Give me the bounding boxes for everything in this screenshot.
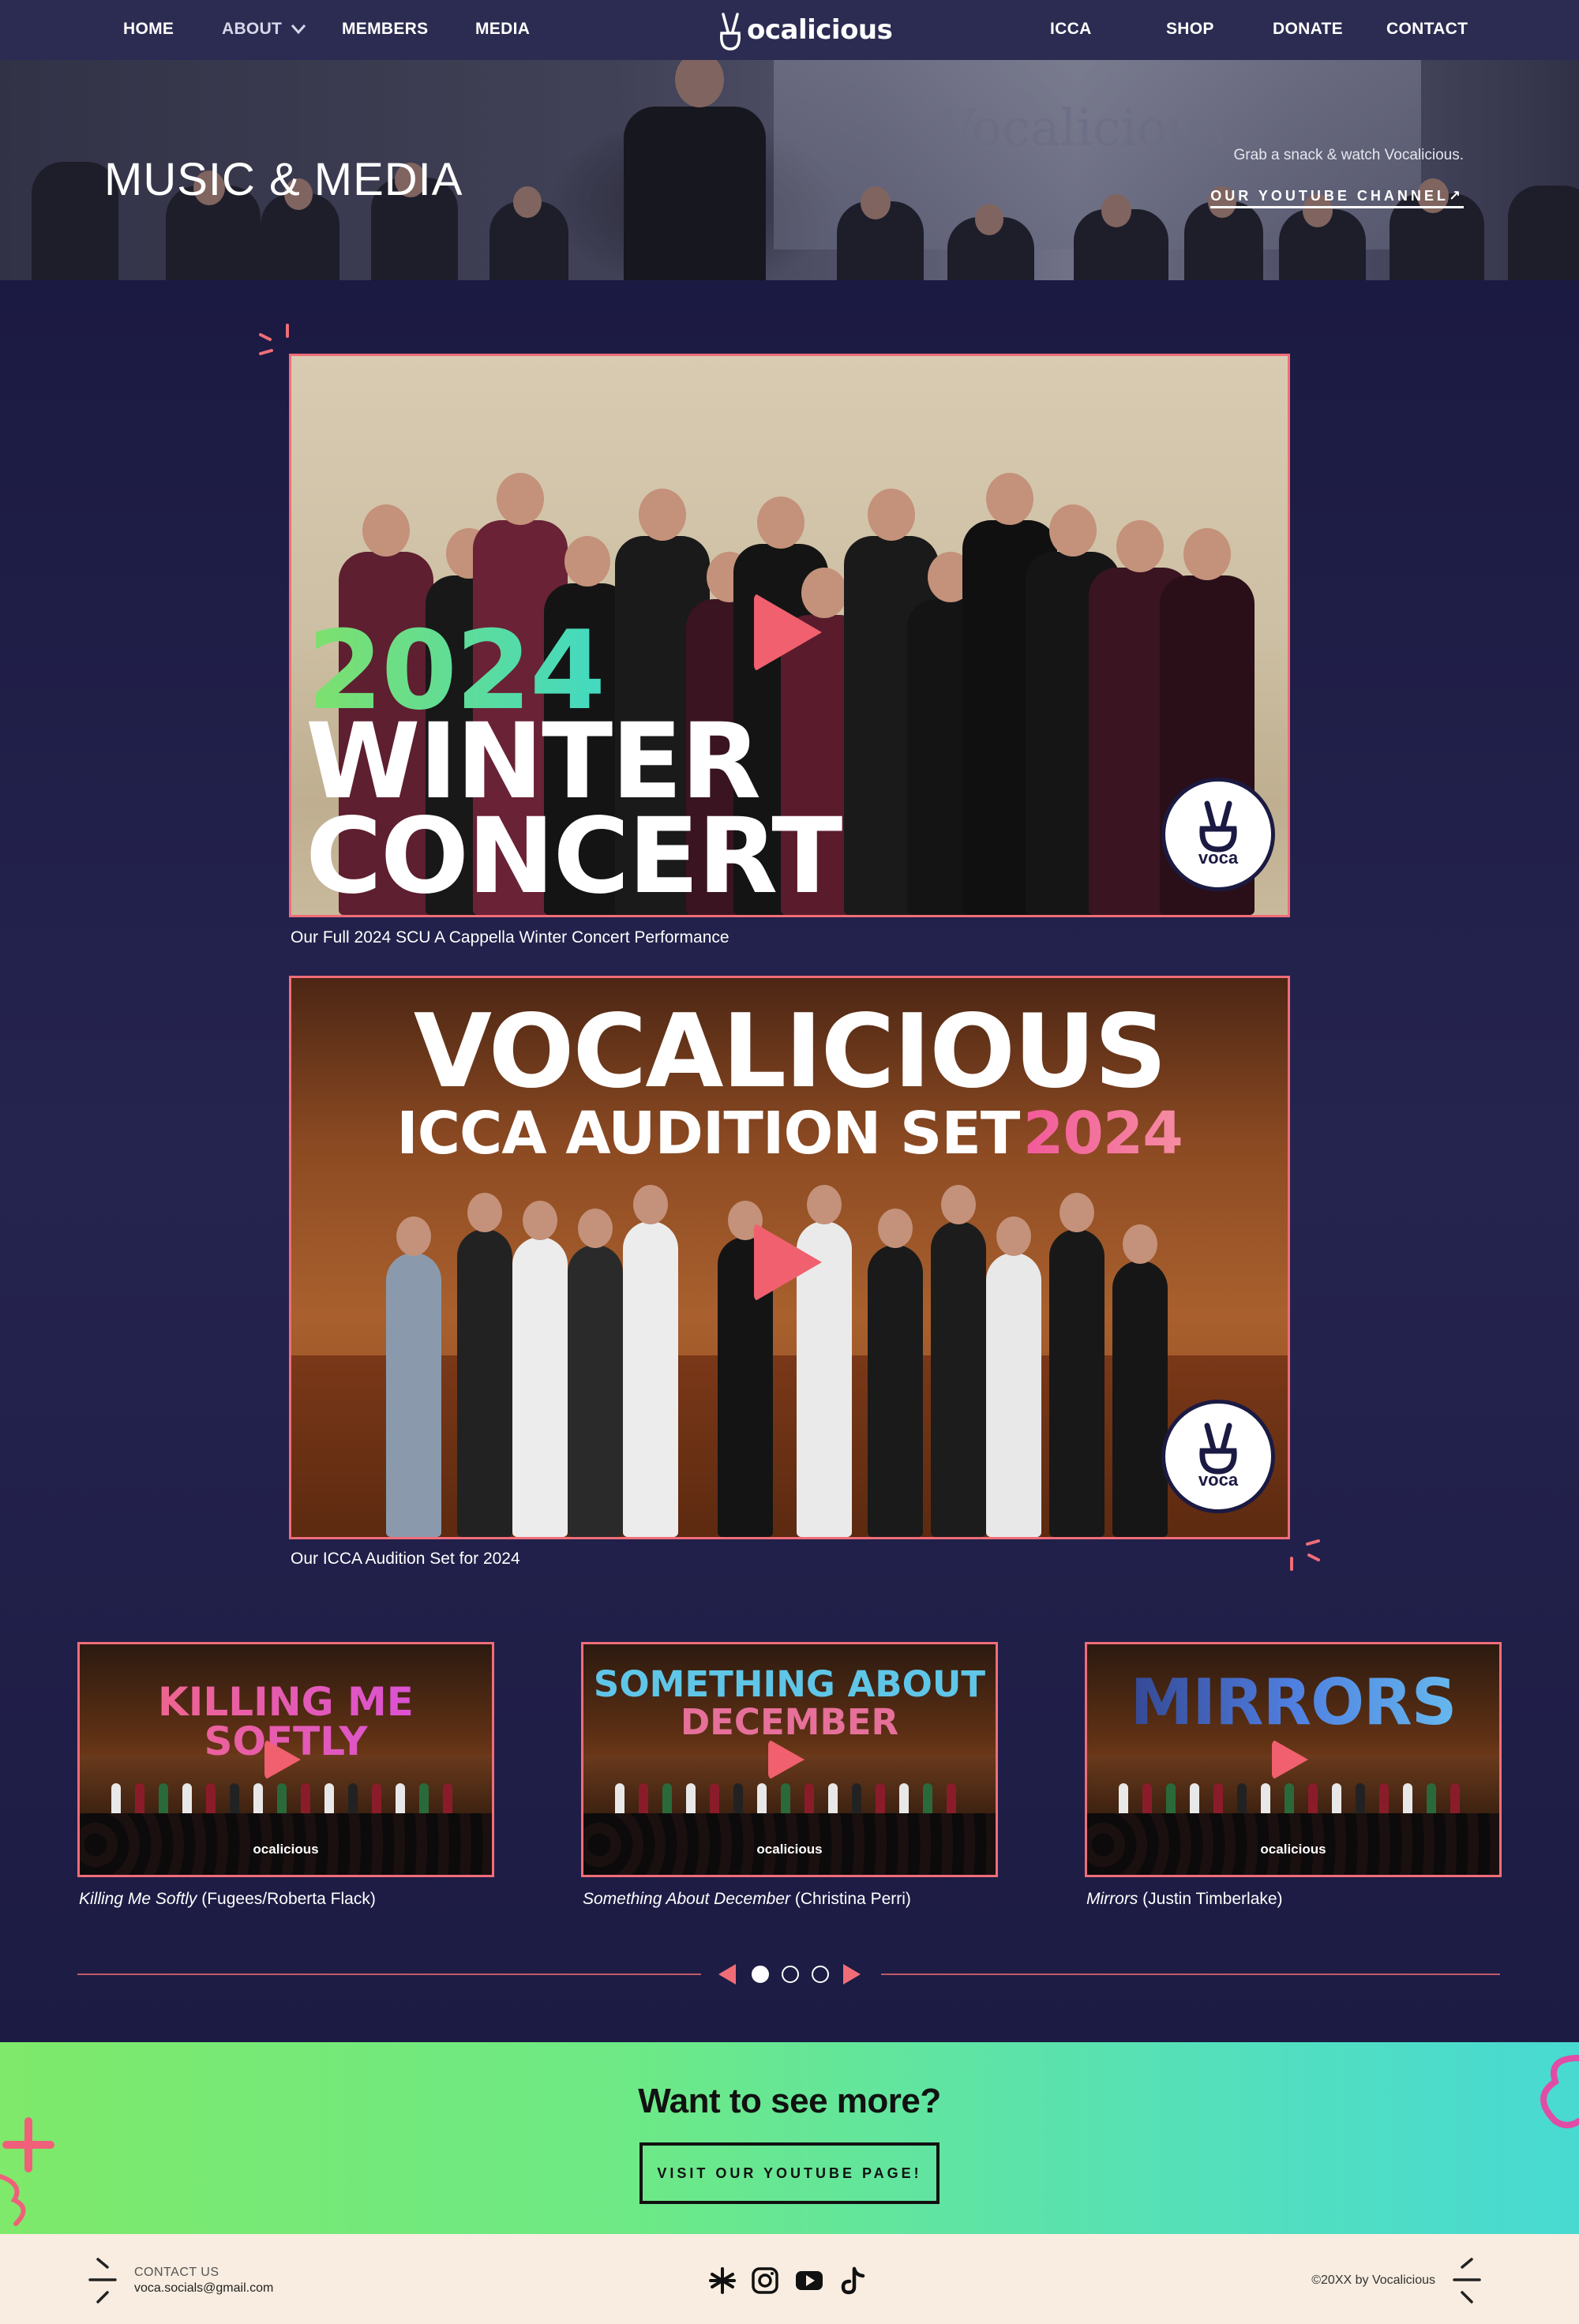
visit-youtube-button[interactable]: VISIT OUR YOUTUBE PAGE!: [639, 2142, 940, 2204]
nav-members[interactable]: MEMBERS: [342, 17, 428, 41]
cta-title: Want to see more?: [638, 2082, 941, 2120]
song-title: Something About December: [583, 1890, 791, 1908]
thumb-caption: Mirrors (Justin Timberlake): [1086, 1890, 1283, 1909]
video-title-year: 2024: [1022, 1100, 1183, 1168]
thumb-title-line2: DECEMBER: [680, 1701, 899, 1743]
song-artist: (Christina Perri): [790, 1890, 911, 1908]
sparkle-icon: [1290, 1539, 1320, 1571]
video-winter-concert[interactable]: 2024 WINTER CONCERT voca: [289, 354, 1290, 917]
contact-email[interactable]: voca.socials@gmail.com: [134, 2281, 273, 2296]
tiktok-icon[interactable]: [838, 2266, 868, 2296]
slider-dot-2[interactable]: [782, 1966, 799, 1983]
slider-track-right: [881, 1974, 1500, 1975]
voca-badge: voca: [1161, 1400, 1275, 1513]
slider-dot-1[interactable]: [752, 1966, 769, 1983]
nav-shop[interactable]: SHOP: [1166, 17, 1214, 41]
slider-next-arrow-icon[interactable]: [843, 1964, 861, 1985]
sparkle-icon: [88, 2258, 117, 2303]
thumb-logo: ocalicious: [1260, 1842, 1326, 1857]
nav-icca[interactable]: ICCA: [1050, 17, 1092, 41]
slider-prev-arrow-icon[interactable]: [718, 1964, 736, 1985]
brand-logo[interactable]: ocalicious: [715, 6, 893, 54]
nav-home[interactable]: HOME: [123, 17, 174, 41]
video-icca-audition-set[interactable]: VOCALICIOUS ICCA AUDITION SET 2024 voca: [289, 976, 1290, 1539]
external-link-arrow-icon: ↗: [1448, 188, 1464, 204]
contact-label: CONTACT US: [134, 2266, 219, 2279]
thumb-caption: Killing Me Softly (Fugees/Roberta Flack): [79, 1890, 376, 1909]
slider-track-left: [77, 1974, 701, 1975]
nav-contact[interactable]: CONTACT: [1386, 17, 1468, 41]
peace-hand-icon: [719, 12, 741, 51]
brand-name: ocalicious: [747, 14, 893, 46]
video-caption: Our ICCA Audition Set for 2024: [291, 1550, 520, 1568]
play-icon[interactable]: [768, 1739, 805, 1780]
hero-tagline: Grab a snack & watch Vocalicious.: [1233, 147, 1464, 163]
play-icon[interactable]: [754, 593, 822, 672]
thumb-logo: ocalicious: [253, 1842, 319, 1857]
badge-text: voca: [1198, 1470, 1239, 1490]
thumb-title: MIRRORS: [1087, 1671, 1499, 1734]
star-doodle-icon: [0, 2117, 54, 2226]
thumb-caption: Something About December (Christina Perr…: [583, 1890, 911, 1909]
peace-hand-icon: [1199, 1423, 1237, 1475]
youtube-channel-link[interactable]: OUR YOUTUBE CHANNEL↗: [1210, 188, 1464, 208]
sparkle-icon: [1453, 2258, 1481, 2303]
badge-text: voca: [1198, 848, 1239, 868]
nav-media[interactable]: MEDIA: [475, 17, 530, 41]
video-title-line2: CONCERT: [306, 796, 842, 917]
video-caption: Our Full 2024 SCU A Cappella Winter Conc…: [291, 928, 729, 946]
nav-about[interactable]: ABOUT: [222, 17, 282, 41]
video-title-line2: ICCA AUDITION SET: [396, 1100, 1020, 1168]
peace-hand-icon: [1199, 800, 1237, 853]
video-title-line1: VOCALICIOUS: [413, 993, 1167, 1111]
play-icon[interactable]: [264, 1739, 301, 1780]
chevron-down-icon[interactable]: [291, 24, 306, 35]
copyright: ©20XX by Vocalicious: [1311, 2273, 1435, 2287]
song-title: Mirrors: [1086, 1890, 1138, 1908]
top-navigation: HOME ABOUT MEMBERS MEDIA ocalicious ICCA…: [0, 0, 1579, 60]
footer: CONTACT US voca.socials@gmail.com ©20XX …: [0, 2234, 1579, 2324]
video-thumb-mirrors[interactable]: MIRRORS ocalicious: [1085, 1642, 1502, 1877]
play-icon[interactable]: [1272, 1739, 1308, 1780]
song-artist: (Justin Timberlake): [1138, 1890, 1283, 1908]
play-icon[interactable]: [754, 1223, 822, 1302]
page-title: MUSIC & MEDIA: [104, 154, 463, 205]
instagram-icon[interactable]: [750, 2266, 780, 2296]
video-thumb-killing-me-softly[interactable]: KILLING ME SOFTLY ocalicious: [77, 1642, 494, 1877]
slider-dot-3[interactable]: [812, 1966, 829, 1983]
thumb-title-line1: SOMETHING ABOUT: [593, 1663, 986, 1705]
hero-banner: Vocalicious MUSIC & MEDIA Grab a snack &…: [0, 60, 1579, 280]
song-title: Killing Me Softly: [79, 1890, 197, 1908]
thumb-logo: ocalicious: [756, 1842, 823, 1857]
cta-banner: Want to see more? VISIT OUR YOUTUBE PAGE…: [0, 2042, 1579, 2234]
nav-donate[interactable]: DONATE: [1273, 17, 1343, 41]
linktree-icon[interactable]: [707, 2266, 737, 2296]
voca-badge: voca: [1161, 778, 1275, 891]
video-thumb-something-about-december[interactable]: SOMETHING ABOUT DECEMBER ocalicious: [581, 1642, 998, 1877]
youtube-channel-link-text: OUR YOUTUBE CHANNEL: [1210, 188, 1449, 204]
youtube-icon[interactable]: [794, 2266, 824, 2296]
song-artist: (Fugees/Roberta Flack): [197, 1890, 376, 1908]
